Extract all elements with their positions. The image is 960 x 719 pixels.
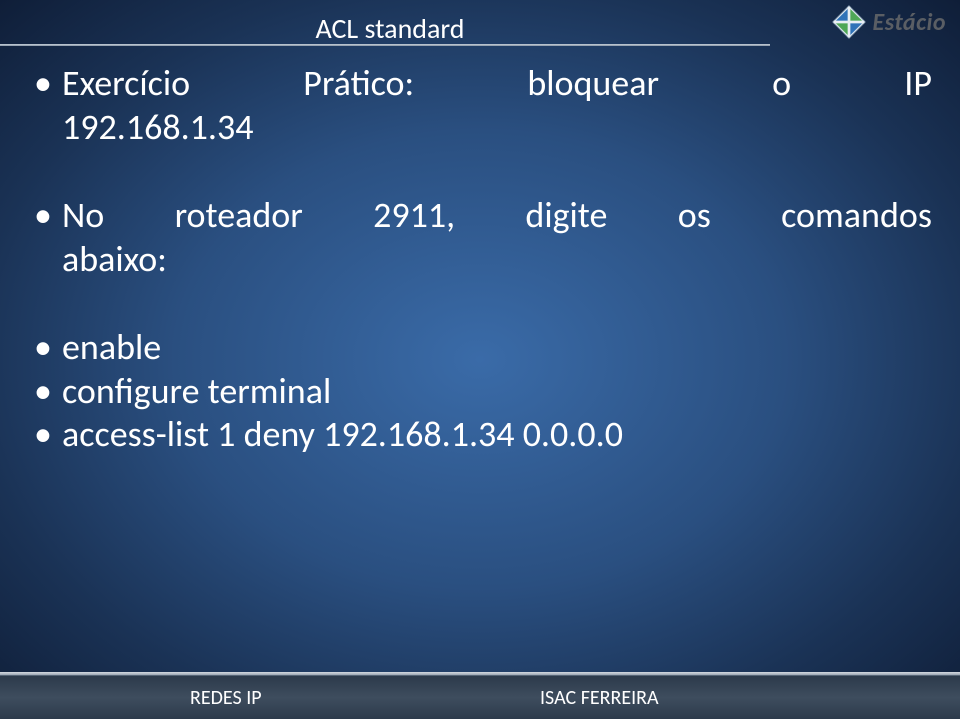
title-bar: ACL standard bbox=[0, 0, 960, 56]
footer-left: REDES IP bbox=[190, 686, 262, 710]
txt: o bbox=[772, 62, 791, 106]
txt: digite bbox=[525, 194, 607, 238]
txt: abaixo: bbox=[62, 238, 932, 282]
txt: Prático: bbox=[303, 62, 414, 106]
estacio-logo-icon bbox=[831, 4, 867, 40]
bullet-cmd-configure: configure terminal bbox=[28, 370, 932, 414]
title-underline bbox=[0, 44, 770, 46]
txt: bloquear bbox=[527, 62, 659, 106]
bullet-cmd-acl: access-list 1 deny 192.168.1.34 0.0.0.0 bbox=[28, 413, 932, 457]
slide-title: ACL standard bbox=[315, 11, 464, 46]
txt: os bbox=[678, 194, 711, 238]
footer-right: ISAC FERREIRA bbox=[540, 686, 659, 710]
slide: ACL standard Estácio Exercício Prático: … bbox=[0, 0, 960, 719]
txt: No bbox=[62, 194, 104, 238]
txt: 192.168.1.34 bbox=[62, 106, 932, 150]
content-area: Exercício Prático: bloquear o IP 192.168… bbox=[28, 62, 932, 457]
footer-bar: REDES IP ISAC FERREIRA bbox=[0, 675, 960, 719]
txt: IP bbox=[904, 62, 932, 106]
logo: Estácio bbox=[831, 4, 947, 40]
bullet-cmd-enable: enable bbox=[28, 326, 932, 370]
bullet-router: No roteador 2911, digite os comandos aba… bbox=[28, 194, 932, 282]
txt: comandos bbox=[781, 194, 932, 238]
txt: roteador bbox=[175, 194, 303, 238]
logo-text: Estácio bbox=[873, 8, 947, 37]
bullet-exercise: Exercício Prático: bloquear o IP 192.168… bbox=[28, 62, 932, 150]
txt: Exercício bbox=[62, 62, 190, 106]
txt: 2911, bbox=[373, 194, 455, 238]
